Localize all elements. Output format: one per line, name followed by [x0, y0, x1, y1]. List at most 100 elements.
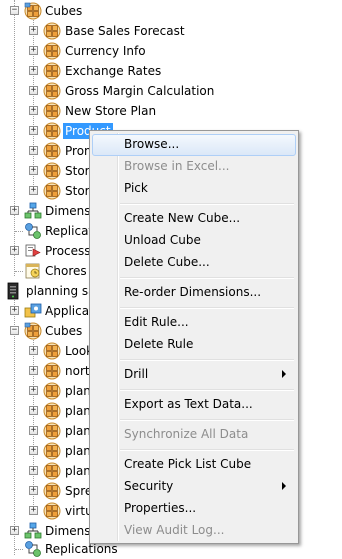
menu-item-export-as-text-data[interactable]: Export as Text Data... — [92, 394, 296, 414]
menu-item-label: Delete Rule — [124, 337, 194, 351]
expand-toggle[interactable]: + — [29, 406, 38, 415]
context-menu: Browse... Browse in Excel... Pick Create… — [89, 130, 299, 544]
expand-toggle[interactable]: + — [29, 86, 38, 95]
cube-icon — [43, 42, 61, 60]
menu-item-pick[interactable]: Pick — [92, 178, 296, 198]
tree-node-cube[interactable]: + Gross Margin Calculation — [0, 81, 220, 101]
tree-node-label: Replicat — [45, 224, 94, 238]
tree-node-cube[interactable]: + plan — [0, 381, 100, 401]
dimension-icon — [24, 202, 42, 220]
expand-toggle[interactable]: + — [29, 486, 38, 495]
tree-node-cube[interactable]: + plan — [0, 461, 100, 481]
menu-item-edit-rule[interactable]: Edit Rule... — [92, 312, 296, 332]
menu-item-view-audit-log: View Audit Log... — [92, 520, 296, 540]
cube-icon — [43, 482, 61, 500]
menu-item-create-new-cube[interactable]: Create New Cube... — [92, 208, 296, 228]
tree-node-label: Cubes — [45, 324, 83, 338]
chore-icon — [24, 262, 42, 280]
menu-separator — [120, 419, 294, 421]
menu-item-delete-cube[interactable]: Delete Cube... — [92, 252, 296, 272]
collapse-toggle[interactable]: − — [10, 6, 19, 15]
expand-toggle[interactable]: + — [29, 506, 38, 515]
tree-node-label: Base Sales Forecast — [65, 24, 185, 38]
tree-node-label: nort — [65, 364, 90, 378]
tree-node-dimensions[interactable]: + Dimensi — [0, 521, 100, 541]
menu-item-label: Browse... — [124, 137, 180, 151]
menu-item-reorder-dimensions[interactable]: Re-order Dimensions... — [92, 282, 296, 302]
expand-toggle[interactable]: + — [29, 146, 38, 155]
cube-icon — [43, 342, 61, 360]
expand-toggle[interactable]: + — [10, 246, 19, 255]
cube-icon — [24, 2, 42, 20]
expand-toggle[interactable]: + — [10, 206, 19, 215]
menu-item-label: Create Pick List Cube — [124, 457, 252, 471]
menu-separator — [120, 389, 294, 391]
cube-icon — [43, 122, 61, 140]
menu-item-properties[interactable]: Properties... — [92, 498, 296, 518]
tree-node-label: plan — [65, 384, 91, 398]
expand-toggle[interactable]: + — [29, 366, 38, 375]
tree-node-cube[interactable]: + Exchange Rates — [0, 61, 200, 81]
tree-node-cube[interactable]: + Spre — [0, 481, 100, 501]
tree-node-cube[interactable]: + nort — [0, 361, 100, 381]
replication-icon — [24, 540, 42, 558]
collapse-toggle[interactable]: − — [10, 326, 19, 335]
menu-item-label: Browse in Excel... — [124, 159, 230, 173]
tree-node-cube[interactable]: + plan — [0, 421, 100, 441]
tree-node-label: Dimensi — [45, 204, 94, 218]
expand-toggle[interactable]: + — [29, 466, 38, 475]
tree-node-cube[interactable]: + Store — [0, 161, 100, 181]
expand-toggle[interactable]: + — [29, 126, 38, 135]
tree-node-applications[interactable]: + Applicat — [0, 301, 100, 321]
tree-node-cube[interactable]: + Currency Info — [0, 41, 200, 61]
menu-item-drill[interactable]: Drill — [92, 364, 296, 384]
expand-toggle[interactable]: + — [10, 526, 19, 535]
tree-connector — [15, 271, 23, 272]
menu-item-security[interactable]: Security — [92, 476, 296, 496]
tree-node-cube[interactable]: + Prom — [0, 141, 100, 161]
tree-node-cube[interactable]: + Store — [0, 181, 100, 201]
menu-item-delete-rule[interactable]: Delete Rule — [92, 334, 296, 354]
menu-item-label: Synchronize All Data — [124, 427, 249, 441]
tree-node-server[interactable]: planning sa — [0, 281, 100, 301]
submenu-arrow-icon — [282, 370, 286, 378]
tree-node-label: Currency Info — [65, 44, 146, 58]
tree-node-label: Gross Margin Calculation — [65, 84, 215, 98]
tree-node-cubes[interactable]: − Cubes — [0, 1, 120, 21]
expand-toggle[interactable]: + — [29, 346, 38, 355]
tree-node-chores[interactable]: Chores — [0, 261, 100, 281]
menu-item-create-pick-list-cube[interactable]: Create Pick List Cube — [92, 454, 296, 474]
expand-toggle[interactable]: + — [10, 306, 19, 315]
tree-node-label: plan — [65, 404, 91, 418]
expand-toggle[interactable]: + — [29, 66, 38, 75]
expand-toggle[interactable]: + — [29, 166, 38, 175]
dimension-icon — [24, 522, 42, 540]
tree-node-dimensions[interactable]: + Dimensi — [0, 201, 100, 221]
expand-toggle[interactable]: + — [29, 426, 38, 435]
expand-toggle[interactable]: + — [29, 26, 38, 35]
menu-item-label: Properties... — [124, 501, 197, 515]
tree-node-cube[interactable]: + Base Sales Forecast — [0, 21, 200, 41]
cube-icon — [43, 362, 61, 380]
expand-toggle[interactable]: + — [29, 446, 38, 455]
tree-node-cube[interactable]: + plan — [0, 401, 100, 421]
menu-item-label: Security — [124, 479, 174, 493]
expand-toggle[interactable]: + — [29, 386, 38, 395]
tree-node-cube[interactable]: + virtu — [0, 501, 100, 521]
tree-node-cube[interactable]: + New Store Plan — [0, 101, 200, 121]
tree-node-processes[interactable]: + Processe — [0, 241, 100, 261]
tree-node-cube[interactable]: + plan — [0, 441, 100, 461]
expand-toggle[interactable]: + — [29, 186, 38, 195]
menu-item-unload-cube[interactable]: Unload Cube — [92, 230, 296, 250]
tree-node-cube[interactable]: + Look — [0, 341, 100, 361]
menu-item-label: Delete Cube... — [124, 255, 210, 269]
menu-item-browse[interactable]: Browse... — [92, 134, 296, 156]
expand-toggle[interactable]: + — [29, 106, 38, 115]
cube-icon — [43, 142, 61, 160]
expand-toggle[interactable]: + — [29, 46, 38, 55]
tree-node-label: Exchange Rates — [65, 64, 162, 78]
cube-icon — [24, 322, 42, 340]
tree-node-replication[interactable]: Replicat — [0, 221, 100, 241]
tree-node-cubes[interactable]: − Cubes — [0, 321, 100, 341]
menu-item-label: Edit Rule... — [124, 315, 189, 329]
